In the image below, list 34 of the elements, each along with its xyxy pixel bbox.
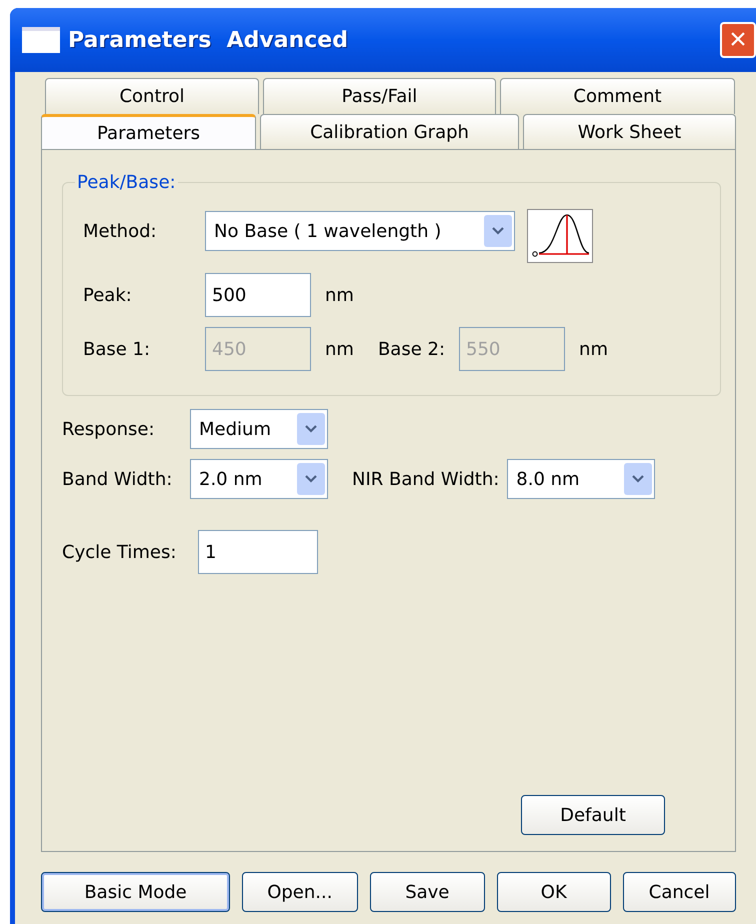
field-label: Peak: [83, 284, 133, 306]
tab[interactable]: Comment [500, 78, 735, 114]
dialog-button[interactable]: Open... [242, 872, 358, 912]
nir-band-width-dropdown[interactable]: 8.0 nm [507, 459, 656, 499]
unit-label: nm [325, 284, 354, 306]
window-title: Parameters Advanced [68, 28, 349, 52]
group-legend: Peak/Base: [75, 172, 178, 193]
tab[interactable]: Calibration Graph [260, 114, 519, 150]
unit-label: nm [325, 338, 354, 360]
field-label: NIR Band Width: [352, 468, 500, 490]
window-icon [22, 27, 60, 53]
field-label: Base 1: [83, 338, 152, 360]
dialog-button[interactable]: Cancel [622, 872, 736, 912]
default-button[interactable]: Default [521, 795, 665, 835]
close-button[interactable]: × [720, 22, 756, 58]
tab[interactable]: Work Sheet [522, 114, 736, 150]
response-dropdown[interactable]: Medium [190, 409, 328, 449]
peak-graph-icon [527, 209, 593, 263]
field-label: Response: [62, 418, 156, 440]
unit-label: nm [579, 338, 608, 360]
tab[interactable]: Control [45, 78, 259, 114]
method-dropdown[interactable]: No Base ( 1 wavelength ) [205, 211, 515, 251]
cycle-times-input[interactable]: 1 [198, 530, 318, 574]
dialog-button[interactable]: Save [370, 872, 486, 912]
peak-input[interactable]: 500 [205, 273, 311, 317]
tab[interactable]: Parameters [41, 114, 256, 150]
field-label: Band Width: [62, 468, 174, 490]
dialog-button[interactable]: Basic Mode [41, 872, 230, 912]
band-width-dropdown[interactable]: 2.0 nm [190, 459, 328, 499]
tab[interactable]: Pass/Fail [263, 78, 496, 114]
field-label: Method: [83, 220, 158, 242]
dialog-button[interactable]: OK [497, 872, 611, 912]
field-label: Base 2: [378, 338, 446, 360]
field-label: Cycle Times: [62, 542, 178, 562]
